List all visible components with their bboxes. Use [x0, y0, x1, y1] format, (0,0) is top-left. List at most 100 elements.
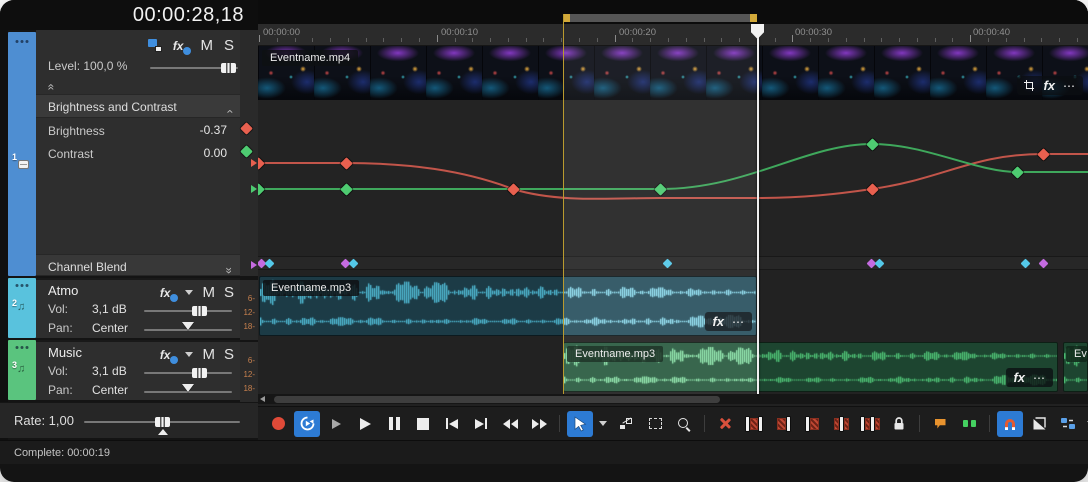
- selection-tool-button[interactable]: [567, 411, 593, 437]
- atmo-clip-label[interactable]: Eventname.mp3: [263, 280, 359, 296]
- track-menu-icon[interactable]: [16, 284, 19, 287]
- delete-button[interactable]: [712, 411, 738, 437]
- track-menu-icon[interactable]: [16, 40, 19, 43]
- blend-keyframe-diamond[interactable]: [264, 259, 274, 269]
- blend-keyframe-diamond[interactable]: [1020, 259, 1030, 269]
- rate-slider[interactable]: [84, 421, 240, 423]
- music-row[interactable]: Eventname.mp3 fx ⋯ Eventname.mp3: [258, 342, 1088, 394]
- track-menu-icon[interactable]: [16, 346, 19, 349]
- collapse-section-chevron[interactable]: ‹: [219, 110, 242, 114]
- blend-section-header[interactable]: Channel Blend «: [36, 254, 240, 276]
- scene-markers-button[interactable]: [956, 411, 982, 437]
- keyframe-diamond[interactable]: [1037, 148, 1050, 161]
- solo-button[interactable]: S: [224, 38, 234, 53]
- automation-area[interactable]: [258, 100, 1088, 256]
- solo-button[interactable]: S: [224, 347, 234, 362]
- split-button[interactable]: [828, 411, 854, 437]
- vol-slider-handle[interactable]: [192, 368, 207, 378]
- clip-more-button[interactable]: ⋯: [732, 315, 745, 329]
- loop-region-start-cap[interactable]: [563, 14, 570, 22]
- atmo-track-strip[interactable]: 2 ♫: [8, 278, 36, 338]
- play-button[interactable]: [352, 411, 378, 437]
- zoom-tool-button[interactable]: [671, 411, 697, 437]
- atmo-row[interactable]: Eventname.mp3 fx ⋯: [258, 270, 1088, 342]
- snap-button[interactable]: [997, 411, 1023, 437]
- video-clip-row[interactable]: Eventname.mp4 fx ⋯: [258, 46, 1088, 100]
- music-clip[interactable]: Eventname.mp3 fx ⋯: [563, 342, 1058, 392]
- vol-slider[interactable]: [144, 310, 232, 312]
- fx-dropdown-caret[interactable]: [185, 290, 193, 295]
- music-track-strip[interactable]: 3 ♫: [8, 340, 36, 400]
- track-fx-button[interactable]: fx: [160, 286, 177, 300]
- pause-button[interactable]: [381, 411, 407, 437]
- track-overlay-icon[interactable]: [148, 39, 162, 52]
- keyframe-diamond[interactable]: [507, 183, 520, 196]
- rate-slider-handle[interactable]: [155, 417, 170, 427]
- timeline-scrollbar[interactable]: [258, 394, 1088, 404]
- stop-button[interactable]: [410, 411, 436, 437]
- video-clip-label[interactable]: Eventname.mp4: [262, 50, 358, 66]
- track-fx-button[interactable]: fx: [160, 348, 177, 362]
- group-dropdown[interactable]: [1084, 411, 1088, 437]
- music-clip-2[interactable]: Eventname.mp3: [1063, 342, 1088, 392]
- range-select-button[interactable]: [642, 411, 668, 437]
- keyframe-diamond[interactable]: [258, 183, 264, 196]
- pan-slider-handle[interactable]: [182, 322, 194, 330]
- loop-region-end-cap[interactable]: [750, 14, 757, 22]
- lock-objects-button[interactable]: [886, 411, 912, 437]
- crossfade-button[interactable]: [1026, 411, 1052, 437]
- tool-dropdown[interactable]: [596, 411, 610, 437]
- crop-icon[interactable]: [1024, 80, 1035, 91]
- rewind-button[interactable]: [497, 411, 523, 437]
- fx-dropdown-caret[interactable]: [185, 352, 193, 357]
- keyframe-diamond[interactable]: [340, 157, 353, 170]
- timeline-ruler[interactable]: 00:00:0000:00:1000:00:2000:00:3000:00:40: [258, 24, 1088, 46]
- cut-out-range-button[interactable]: [741, 411, 767, 437]
- music-clip2-label[interactable]: Eventname.mp3: [1066, 346, 1087, 362]
- keyframe-diamond[interactable]: [866, 138, 879, 151]
- group-button[interactable]: [1055, 411, 1081, 437]
- marker-button[interactable]: [927, 411, 953, 437]
- pan-slider[interactable]: [144, 391, 232, 393]
- loop-playback-button[interactable]: [294, 411, 320, 437]
- clip-more-button[interactable]: ⋯: [1063, 79, 1076, 93]
- record-button[interactable]: [265, 411, 291, 437]
- keyframe-diamond[interactable]: [1011, 166, 1024, 179]
- atmo-clip[interactable]: Eventname.mp3 fx ⋯: [259, 276, 757, 336]
- clip-fx-button[interactable]: fx: [1013, 370, 1025, 385]
- keyframe-diamond[interactable]: [654, 183, 667, 196]
- music-clip-label[interactable]: Eventname.mp3: [567, 346, 663, 362]
- pan-slider-handle[interactable]: [182, 384, 194, 392]
- blend-keyframe-diamond[interactable]: [874, 259, 884, 269]
- blend-keyframe-row[interactable]: [258, 256, 1088, 270]
- play-preview-button[interactable]: [323, 411, 349, 437]
- blend-keyframe-diamond[interactable]: [348, 259, 358, 269]
- blend-keyframe-diamond[interactable]: [1038, 259, 1048, 269]
- param-row-brightness[interactable]: Brightness -0.37: [36, 119, 240, 142]
- keyframe-diamond[interactable]: [340, 183, 353, 196]
- loop-region-bar[interactable]: [563, 14, 757, 22]
- clip-fx-button[interactable]: fx: [712, 314, 724, 329]
- mute-button[interactable]: M: [202, 347, 215, 362]
- level-slider[interactable]: [150, 67, 238, 69]
- keyframe-tool-button[interactable]: [613, 411, 639, 437]
- param-row-contrast[interactable]: Contrast 0.00: [36, 142, 240, 165]
- timeline[interactable]: 00:00:0000:00:1000:00:2000:00:3000:00:40…: [258, 0, 1088, 406]
- vol-slider-handle[interactable]: [192, 306, 207, 316]
- track-name[interactable]: Music: [48, 345, 82, 360]
- brightness-keyframe-diamond[interactable]: [240, 122, 253, 135]
- expand-section-chevron[interactable]: «: [217, 267, 240, 274]
- scrollbar-thumb[interactable]: [274, 396, 720, 403]
- mute-button[interactable]: M: [200, 38, 213, 53]
- vol-slider[interactable]: [144, 372, 232, 374]
- trim-end-button[interactable]: [799, 411, 825, 437]
- trim-start-button[interactable]: [770, 411, 796, 437]
- track-fx-button[interactable]: fx: [173, 39, 190, 53]
- effect-section-header[interactable]: Brightness and Contrast ‹: [36, 94, 240, 118]
- jump-start-button[interactable]: [439, 411, 465, 437]
- solo-button[interactable]: S: [224, 285, 234, 300]
- scroll-left-arrow[interactable]: [260, 396, 265, 402]
- contrast-keyframe-diamond[interactable]: [240, 145, 253, 158]
- blend-keyframe-diamond[interactable]: [662, 259, 672, 269]
- keyframe-diamond[interactable]: [866, 183, 879, 196]
